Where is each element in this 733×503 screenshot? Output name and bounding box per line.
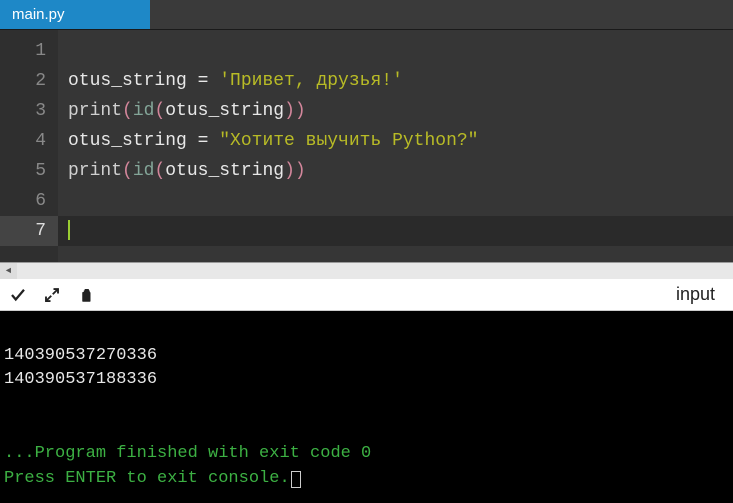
line-number: 2 <box>0 66 58 96</box>
text-cursor <box>68 220 70 240</box>
expand-icon[interactable] <box>42 285 62 305</box>
line-number: 4 <box>0 126 58 156</box>
code-line <box>58 186 733 216</box>
checkmark-icon[interactable] <box>8 285 28 305</box>
horizontal-scrollbar[interactable]: ◄ <box>0 262 733 279</box>
line-number: 6 <box>0 186 58 216</box>
console-line: 140390537188336 <box>4 370 157 389</box>
console-prompt: Press ENTER to exit console. <box>4 469 290 488</box>
code-line: otus_string = "Хотите выучить Python?" <box>58 126 733 156</box>
file-tab[interactable]: main.py <box>0 0 150 29</box>
input-label: input <box>676 284 725 305</box>
code-line <box>58 216 733 246</box>
code-line: print(id(otus_string)) <box>58 156 733 186</box>
console-status: ...Program finished with exit code 0 <box>4 444 371 463</box>
code-line: otus_string = 'Привет, друзья!' <box>58 66 733 96</box>
tab-bar: main.py <box>0 0 733 30</box>
line-number: 3 <box>0 96 58 126</box>
code-line: print(id(otus_string)) <box>58 96 733 126</box>
tab-filename: main.py <box>12 6 65 23</box>
console-line: 140390537270336 <box>4 346 157 365</box>
code-line <box>58 36 733 66</box>
copy-icon[interactable] <box>76 285 96 305</box>
console-cursor <box>291 471 301 488</box>
code-area[interactable]: otus_string = 'Привет, друзья!' print(id… <box>58 30 733 262</box>
scroll-left-arrow[interactable]: ◄ <box>0 263 17 280</box>
line-number: 7 <box>0 216 58 246</box>
line-number: 1 <box>0 36 58 66</box>
console-output[interactable]: 140390537270336 140390537188336 ...Progr… <box>0 311 733 503</box>
line-number: 5 <box>0 156 58 186</box>
code-editor[interactable]: 1 2 3 4 5 6 7 otus_string = 'Привет, дру… <box>0 30 733 262</box>
console-toolbar: input <box>0 279 733 311</box>
line-gutter: 1 2 3 4 5 6 7 <box>0 30 58 262</box>
